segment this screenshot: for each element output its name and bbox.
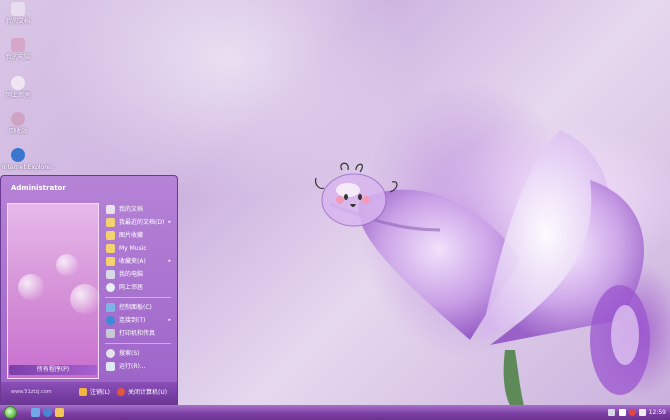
connect-icon	[106, 316, 115, 325]
desktop-icon-my-computer[interactable]: 我的电脑	[2, 38, 34, 61]
start-item-label: 连接到(T)	[119, 317, 146, 324]
start-item-network-places[interactable]: 网上邻居	[101, 281, 175, 294]
water-drop-decoration	[18, 274, 44, 300]
ie-quicklaunch-icon[interactable]	[43, 408, 52, 417]
favorites-icon	[106, 257, 115, 266]
start-item-label: 收藏夹(A)	[119, 258, 146, 265]
recycle-bin-icon	[11, 112, 25, 126]
submenu-arrow-icon: ▸	[168, 258, 171, 264]
start-item-label: My Music	[119, 245, 147, 252]
control-panel-icon	[106, 303, 115, 312]
run-icon	[106, 362, 115, 371]
shutdown-label: 关闭计算机(U)	[128, 389, 168, 396]
printer-icon	[106, 329, 115, 338]
start-item-control-panel[interactable]: 控制面板(C)	[101, 301, 175, 314]
start-item-printers-faxes[interactable]: 打印机和传真	[101, 327, 175, 340]
start-menu-footer: www.51ztzj.com 注销(L) 关闭计算机(U)	[1, 382, 177, 404]
desktop-icon-label: 网上邻居	[5, 92, 30, 99]
droplet-character	[315, 162, 398, 227]
start-item-label: 我的文档	[119, 206, 144, 213]
network-icon	[106, 283, 115, 292]
start-item-label: 打印机和传真	[119, 330, 156, 337]
start-menu-pinned-area	[7, 203, 100, 379]
music-icon	[106, 244, 115, 253]
computer-icon	[106, 270, 115, 279]
desktop-icon-internet-explorer[interactable]: Internet Explorer	[2, 148, 53, 171]
logoff-label: 注销(L)	[90, 389, 111, 396]
clock[interactable]: 12:59	[649, 405, 666, 420]
help-tray-icon[interactable]	[619, 409, 626, 416]
start-item-label: 搜索(S)	[119, 350, 140, 357]
power-icon	[117, 388, 125, 396]
start-menu-user-name: Administrator	[11, 184, 66, 192]
start-item-run[interactable]: 运行(R)...	[101, 360, 175, 373]
water-drop-decoration	[56, 254, 78, 276]
start-item-my-computer[interactable]: 我的电脑	[101, 268, 175, 281]
desktop-icon-label: Internet Explorer	[2, 164, 53, 171]
desktop-icon-label: 我的文档	[5, 18, 30, 25]
folder-icon	[106, 218, 115, 227]
computer-icon	[11, 38, 25, 52]
submenu-arrow-icon: ▸	[168, 219, 171, 225]
start-menu: Administrator 所有程序(P) 我的文档 我最近的文档(D) ▸ 图…	[0, 175, 178, 405]
start-menu-right-column: 我的文档 我最近的文档(D) ▸ 图片收藏 My Music 收藏夹(A) ▸	[101, 203, 175, 373]
start-item-search[interactable]: 搜索(S)	[101, 347, 175, 360]
desktop-icon-recycle-bin[interactable]: 回收站	[2, 112, 34, 135]
security-tray-icon[interactable]	[629, 409, 636, 416]
water-drop-decoration	[70, 284, 100, 314]
start-item-label: 我最近的文档(D)	[119, 219, 165, 226]
start-item-recent-documents[interactable]: 我最近的文档(D) ▸	[101, 216, 175, 229]
start-item-my-pictures[interactable]: 图片收藏	[101, 229, 175, 242]
submenu-arrow-icon: ▸	[168, 317, 171, 323]
theme-website: www.51ztzj.com	[11, 389, 52, 395]
start-item-label: 网上邻居	[119, 284, 144, 291]
all-programs-button[interactable]: 所有程序(P)	[9, 365, 97, 375]
flower-wallpaper	[330, 130, 650, 410]
internet-explorer-icon	[11, 148, 25, 162]
media-quicklaunch-icon[interactable]	[55, 408, 64, 417]
start-item-label: 图片收藏	[119, 232, 144, 239]
show-desktop-icon[interactable]	[31, 408, 40, 417]
desktop: 我的文档 我的电脑 网上邻居 回收站 Internet Explorer Adm…	[0, 0, 670, 420]
menu-separator	[105, 343, 171, 344]
desktop-icon-my-documents[interactable]: 我的文档	[2, 2, 34, 25]
system-tray: 12:59	[600, 405, 670, 420]
shutdown-button[interactable]: 关闭计算机(U)	[117, 388, 167, 397]
menu-separator	[105, 297, 171, 298]
start-item-my-music[interactable]: My Music	[101, 242, 175, 255]
start-button[interactable]	[4, 406, 17, 419]
desktop-icon-network-places[interactable]: 网上邻居	[2, 76, 34, 99]
desktop-icon-label: 回收站	[8, 128, 27, 135]
start-item-my-documents[interactable]: 我的文档	[101, 203, 175, 216]
logoff-icon	[79, 388, 87, 396]
start-item-favorites[interactable]: 收藏夹(A) ▸	[101, 255, 175, 268]
documents-icon	[106, 205, 115, 214]
search-icon	[106, 349, 115, 358]
desktop-icon-label: 我的电脑	[5, 54, 30, 61]
network-tray-icon[interactable]	[608, 409, 615, 416]
pictures-icon	[106, 231, 115, 240]
logoff-button[interactable]: 注销(L)	[79, 388, 110, 397]
start-item-connect-to[interactable]: 连接到(T) ▸	[101, 314, 175, 327]
network-icon	[11, 76, 25, 90]
start-item-label: 控制面板(C)	[119, 304, 152, 311]
start-item-label: 我的电脑	[119, 271, 144, 278]
documents-icon	[11, 2, 25, 16]
volume-tray-icon[interactable]	[639, 409, 646, 416]
taskbar: 12:59	[0, 405, 670, 420]
start-item-label: 运行(R)...	[119, 363, 146, 370]
